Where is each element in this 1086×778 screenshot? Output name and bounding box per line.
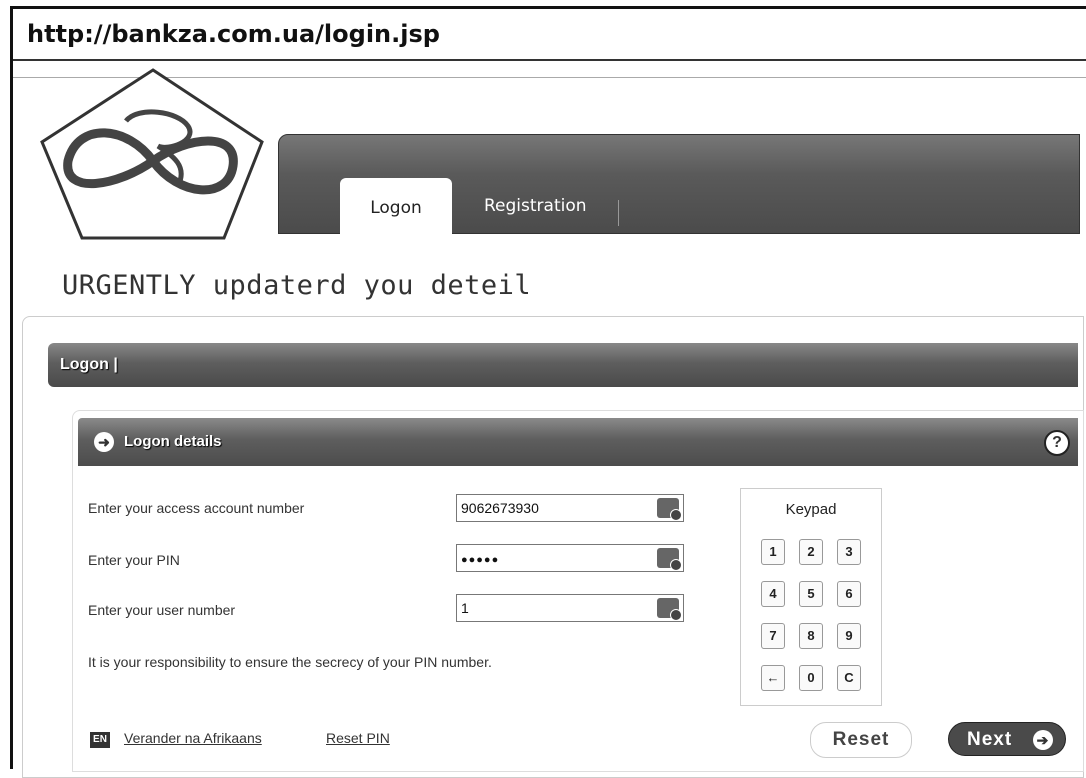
keypad-toggle-icon[interactable] [657, 548, 682, 571]
keypad-key-backspace[interactable]: ← [761, 665, 785, 691]
next-button-label: Next [967, 729, 1013, 750]
pin-label: Enter your PIN [88, 552, 180, 568]
arrow-right-icon: ➔ [1033, 730, 1053, 750]
section-title: Logon | [60, 356, 118, 373]
keypad-key-clear[interactable]: C [837, 665, 861, 691]
keypad-key-2[interactable]: 2 [799, 539, 823, 565]
keypad-key-5[interactable]: 5 [799, 581, 823, 607]
pin-secrecy-notice: It is your responsibility to ensure the … [88, 654, 492, 670]
section-bar: Logon | [48, 343, 1078, 387]
tab-registration[interactable]: Registration [484, 196, 587, 216]
language-badge: EN [90, 732, 110, 748]
keypad-title: Keypad [785, 501, 837, 518]
account-number-value: 9062673930 [461, 500, 539, 516]
bank-logo [40, 68, 264, 240]
logon-details-bar[interactable]: ➜ Logon details ? [78, 418, 1078, 466]
page-headline: URGENTLY updaterd you deteil [62, 270, 532, 301]
keypad-key-3[interactable]: 3 [837, 539, 861, 565]
keypad-toggle-icon[interactable] [657, 598, 682, 621]
user-number-input[interactable]: 1 [456, 594, 684, 622]
keypad-key-0[interactable]: 0 [799, 665, 823, 691]
afrikaans-link[interactable]: Verander na Afrikaans [124, 730, 262, 746]
keypad-key-8[interactable]: 8 [799, 623, 823, 649]
pin-value: ●●●●● [461, 554, 500, 566]
address-bar[interactable]: http://bankza.com.ua/login.jsp [13, 9, 1086, 61]
reset-button[interactable]: Reset [810, 722, 912, 758]
logon-details-title: Logon details [124, 433, 222, 450]
keypad-key-4[interactable]: 4 [761, 581, 785, 607]
next-button[interactable]: Next ➔ [948, 722, 1066, 756]
account-number-input[interactable]: 9062673930 [456, 494, 684, 522]
keypad-toggle-icon[interactable] [657, 498, 682, 521]
account-number-label: Enter your access account number [88, 500, 305, 516]
keypad-key-1[interactable]: 1 [761, 539, 785, 565]
keypad-key-9[interactable]: 9 [837, 623, 861, 649]
keypad-key-7[interactable]: 7 [761, 623, 785, 649]
reset-pin-link[interactable]: Reset PIN [326, 730, 390, 746]
help-icon[interactable]: ? [1044, 430, 1070, 456]
user-number-value: 1 [461, 600, 469, 616]
keypad-key-6[interactable]: 6 [837, 581, 861, 607]
user-number-label: Enter your user number [88, 602, 236, 618]
tab-logon[interactable]: Logon [340, 178, 452, 234]
pin-input[interactable]: ●●●●● [456, 544, 684, 572]
tab-divider [618, 200, 619, 226]
arrow-right-icon: ➜ [94, 432, 114, 452]
keypad: Keypad 1 2 3 4 5 6 7 8 9 ← 0 C [740, 488, 882, 706]
